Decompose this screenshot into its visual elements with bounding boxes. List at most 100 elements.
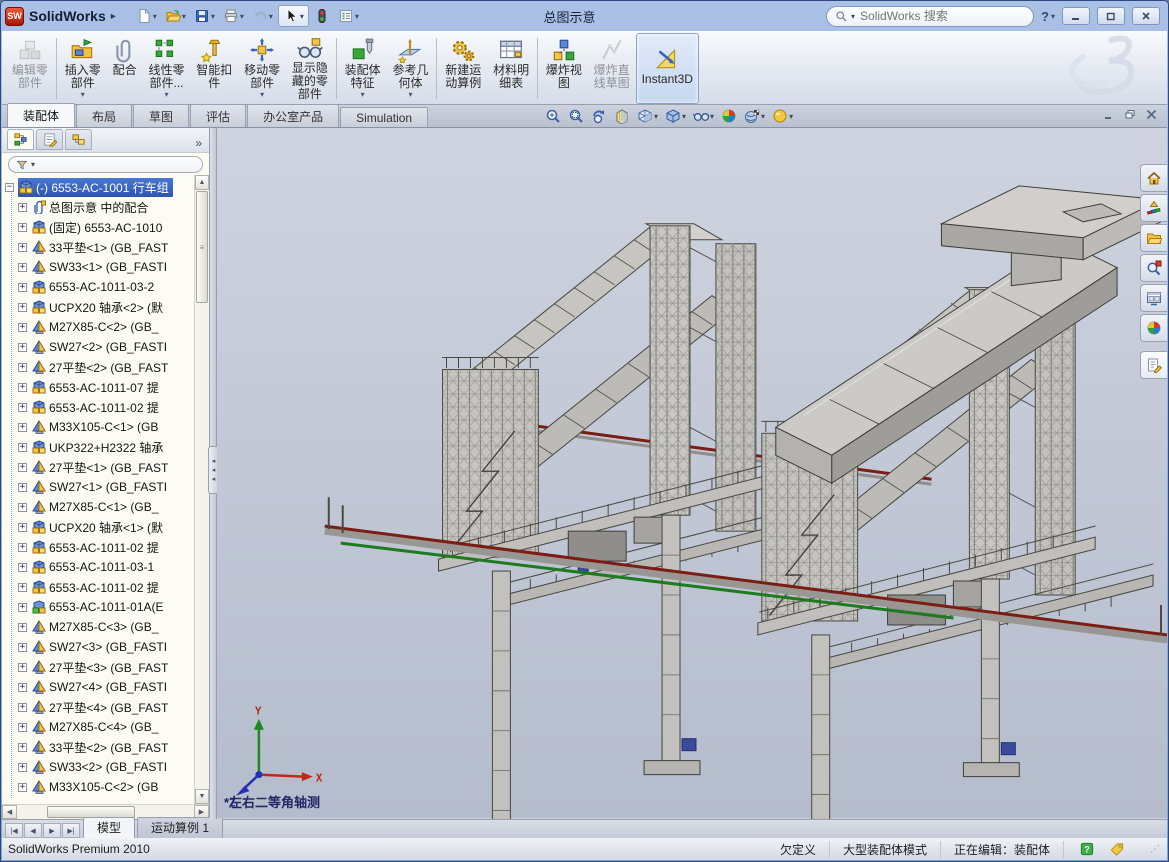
tree-item-label[interactable]: 27平垫<3> (GB_FAST bbox=[49, 659, 168, 676]
tree-item[interactable]: +6553-AC-1011-03-2 bbox=[2, 277, 194, 297]
apply-scene-button[interactable]: ▾ bbox=[744, 108, 765, 124]
graphics-viewport[interactable]: Y X Z *左右二等角轴测 bbox=[217, 128, 1167, 819]
move-component-button[interactable]: 移动零部件▾ bbox=[238, 33, 286, 104]
new-motion-study-button[interactable]: 新建运动算例 bbox=[439, 33, 487, 104]
linear-component-pattern-flyout[interactable]: ▾ bbox=[164, 90, 168, 99]
tree-expander[interactable]: + bbox=[18, 643, 27, 652]
tree-item[interactable]: + M27X85-C<1> (GB_ bbox=[2, 497, 194, 517]
tab-cmd-0[interactable]: 装配体 bbox=[7, 103, 75, 127]
tree-item[interactable]: +M33X105-C<2> (GB bbox=[2, 777, 194, 797]
doc-restore-button[interactable] bbox=[1125, 109, 1136, 120]
tree-item[interactable]: +SW33<2> (GB_FASTI bbox=[2, 757, 194, 777]
tree-item-label[interactable]: SW27<2> (GB_FASTI bbox=[49, 340, 167, 354]
tree-expander[interactable]: + bbox=[18, 483, 27, 492]
tree-item-label[interactable]: 33平垫<2> (GB_FAST bbox=[49, 739, 168, 756]
tab-simulation[interactable]: Simulation bbox=[340, 107, 428, 127]
tree-expander[interactable]: + bbox=[18, 383, 27, 392]
bottom-tab-0[interactable]: 模型 bbox=[83, 817, 135, 838]
first-tab-button[interactable]: |◀ bbox=[5, 823, 23, 838]
tree-expander[interactable]: + bbox=[18, 583, 27, 592]
tree-expander[interactable]: + bbox=[18, 263, 27, 272]
display-style-dropdown[interactable]: ▾ bbox=[682, 112, 686, 121]
tree-expander[interactable]: + bbox=[18, 783, 27, 792]
tree-item[interactable]: +SW33<1> (GB_FASTI bbox=[2, 257, 194, 277]
tree-expander[interactable]: + bbox=[18, 223, 27, 232]
tree-expander[interactable]: + bbox=[18, 503, 27, 512]
tree-expander[interactable]: − bbox=[5, 183, 14, 192]
select-button[interactable]: ▾ bbox=[278, 5, 309, 27]
tree-vertical-scrollbar[interactable]: ▲ ≡ ▼ bbox=[194, 175, 209, 804]
tree-item[interactable]: +6553-AC-1011-03-1 bbox=[2, 557, 194, 577]
mate-button[interactable]: 配合 bbox=[107, 33, 143, 104]
panel-tab-propertymanager[interactable] bbox=[36, 129, 63, 150]
tree-item[interactable]: + 总图示意 中的配合 bbox=[2, 197, 194, 217]
taskpane-tab-search-results[interactable] bbox=[1140, 254, 1167, 282]
tree-item[interactable]: +6553-AC-1011-07 提 bbox=[2, 377, 194, 397]
tree-item-label[interactable]: UKP322+H2322 轴承 bbox=[49, 439, 163, 456]
tree-expander[interactable]: + bbox=[18, 563, 27, 572]
tree-expander[interactable]: + bbox=[18, 303, 27, 312]
smart-fasteners-button[interactable]: 智能扣件 bbox=[190, 33, 238, 104]
menu-expand-arrow[interactable]: ▸ bbox=[111, 11, 116, 22]
tree-item-label[interactable]: SW33<2> (GB_FASTI bbox=[49, 760, 167, 774]
tree-expander[interactable]: + bbox=[18, 663, 27, 672]
tree-item[interactable]: +27平垫<3> (GB_FAST bbox=[2, 657, 194, 677]
tree-item-label[interactable]: M27X85-C<3> (GB_ bbox=[49, 620, 158, 634]
tree-item[interactable]: +M33X105-C<1> (GB bbox=[2, 417, 194, 437]
taskpane-tab-solidworks-resources[interactable] bbox=[1140, 164, 1167, 192]
tree-item-label[interactable]: 6553-AC-1011-03-2 bbox=[49, 280, 154, 294]
tree-item-label[interactable]: UCPX20 轴承<2> (默 bbox=[49, 299, 163, 316]
tree-item[interactable]: + UCPX20 轴承<2> (默 bbox=[2, 297, 194, 317]
doc-minimize-button[interactable] bbox=[1104, 109, 1115, 120]
tree-item-label[interactable]: 6553-AC-1011-03-1 bbox=[49, 560, 154, 574]
tree-item[interactable]: +UCPX20 轴承<1> (默 bbox=[2, 517, 194, 537]
resize-grip[interactable]: ⋰ bbox=[1150, 844, 1161, 855]
doc-close-button[interactable] bbox=[1146, 109, 1157, 120]
tree-item[interactable]: +UKP322+H2322 轴承 bbox=[2, 437, 194, 457]
tree-item[interactable]: +33平垫<1> (GB_FAST bbox=[2, 237, 194, 257]
reference-geometry-button[interactable]: 参考几何体▾ bbox=[387, 33, 435, 104]
next-tab-button[interactable]: ▶ bbox=[43, 823, 61, 838]
move-component-flyout[interactable]: ▾ bbox=[260, 90, 264, 99]
search-box[interactable]: ▾ bbox=[826, 6, 1034, 27]
tree-item-label[interactable]: SW27<3> (GB_FASTI bbox=[49, 640, 167, 654]
tree-item-label[interactable]: 33平垫<1> (GB_FAST bbox=[49, 239, 168, 256]
edit-component-button[interactable]: 编辑零部件 bbox=[6, 33, 54, 104]
insert-component-button[interactable]: 插入零部件▾ bbox=[59, 33, 107, 104]
display-style-button[interactable]: ▾ bbox=[665, 108, 686, 124]
tags-icon[interactable] bbox=[1110, 842, 1124, 856]
tree-item-label[interactable]: 6553-AC-1011-02 提 bbox=[49, 579, 159, 596]
assembly-features-flyout[interactable]: ▾ bbox=[361, 90, 365, 99]
bill-of-materials-button[interactable]: 材料明细表 bbox=[487, 33, 535, 104]
tree-item-label[interactable]: (固定) 6553-AC-1010 bbox=[49, 219, 162, 236]
print-dropdown[interactable]: ▾ bbox=[240, 12, 244, 21]
close-button[interactable] bbox=[1132, 7, 1160, 25]
panel-tab-configurationmanager[interactable] bbox=[65, 129, 92, 150]
panel-tab-featuremanager[interactable] bbox=[7, 129, 34, 150]
previous-view-button[interactable] bbox=[591, 108, 607, 124]
view-orientation-dropdown[interactable]: ▾ bbox=[654, 112, 658, 121]
tree-item-label[interactable]: (-) 6553-AC-1001 行车组 bbox=[36, 179, 169, 196]
tree-expander[interactable]: + bbox=[18, 523, 27, 532]
tree-expander[interactable]: + bbox=[18, 703, 27, 712]
tree-item-label[interactable]: M27X85-C<2> (GB_ bbox=[49, 320, 158, 334]
tree-item-label[interactable]: M27X85-C<1> (GB_ bbox=[49, 500, 158, 514]
minimize-button[interactable] bbox=[1062, 7, 1090, 25]
tree-expander[interactable]: + bbox=[18, 723, 27, 732]
assembly-features-button[interactable]: 装配体特征▾ bbox=[339, 33, 387, 104]
apply-scene-dropdown[interactable]: ▾ bbox=[761, 112, 765, 121]
tree-item-label[interactable]: 6553-AC-1011-02 提 bbox=[49, 399, 159, 416]
select-dropdown[interactable]: ▾ bbox=[300, 12, 304, 21]
search-scope-dropdown[interactable]: ▾ bbox=[851, 12, 855, 21]
bottom-tab-1[interactable]: 运动算例 1 bbox=[137, 817, 223, 838]
tree-expander[interactable]: + bbox=[18, 203, 27, 212]
filter-dropdown[interactable]: ▾ bbox=[31, 160, 35, 169]
tree-expander[interactable]: + bbox=[18, 423, 27, 432]
tree-expander[interactable]: + bbox=[18, 363, 27, 372]
tree-item[interactable]: +6553-AC-1011-02 提 bbox=[2, 397, 194, 417]
tree-item-label[interactable]: 27平垫<1> (GB_FAST bbox=[49, 459, 168, 476]
tree-item-label[interactable]: 总图示意 中的配合 bbox=[49, 199, 148, 216]
tree-item-label[interactable]: 6553-AC-1011-07 提 bbox=[49, 379, 159, 396]
open-dropdown[interactable]: ▾ bbox=[182, 12, 186, 21]
scroll-up-arrow[interactable]: ▲ bbox=[195, 175, 209, 190]
